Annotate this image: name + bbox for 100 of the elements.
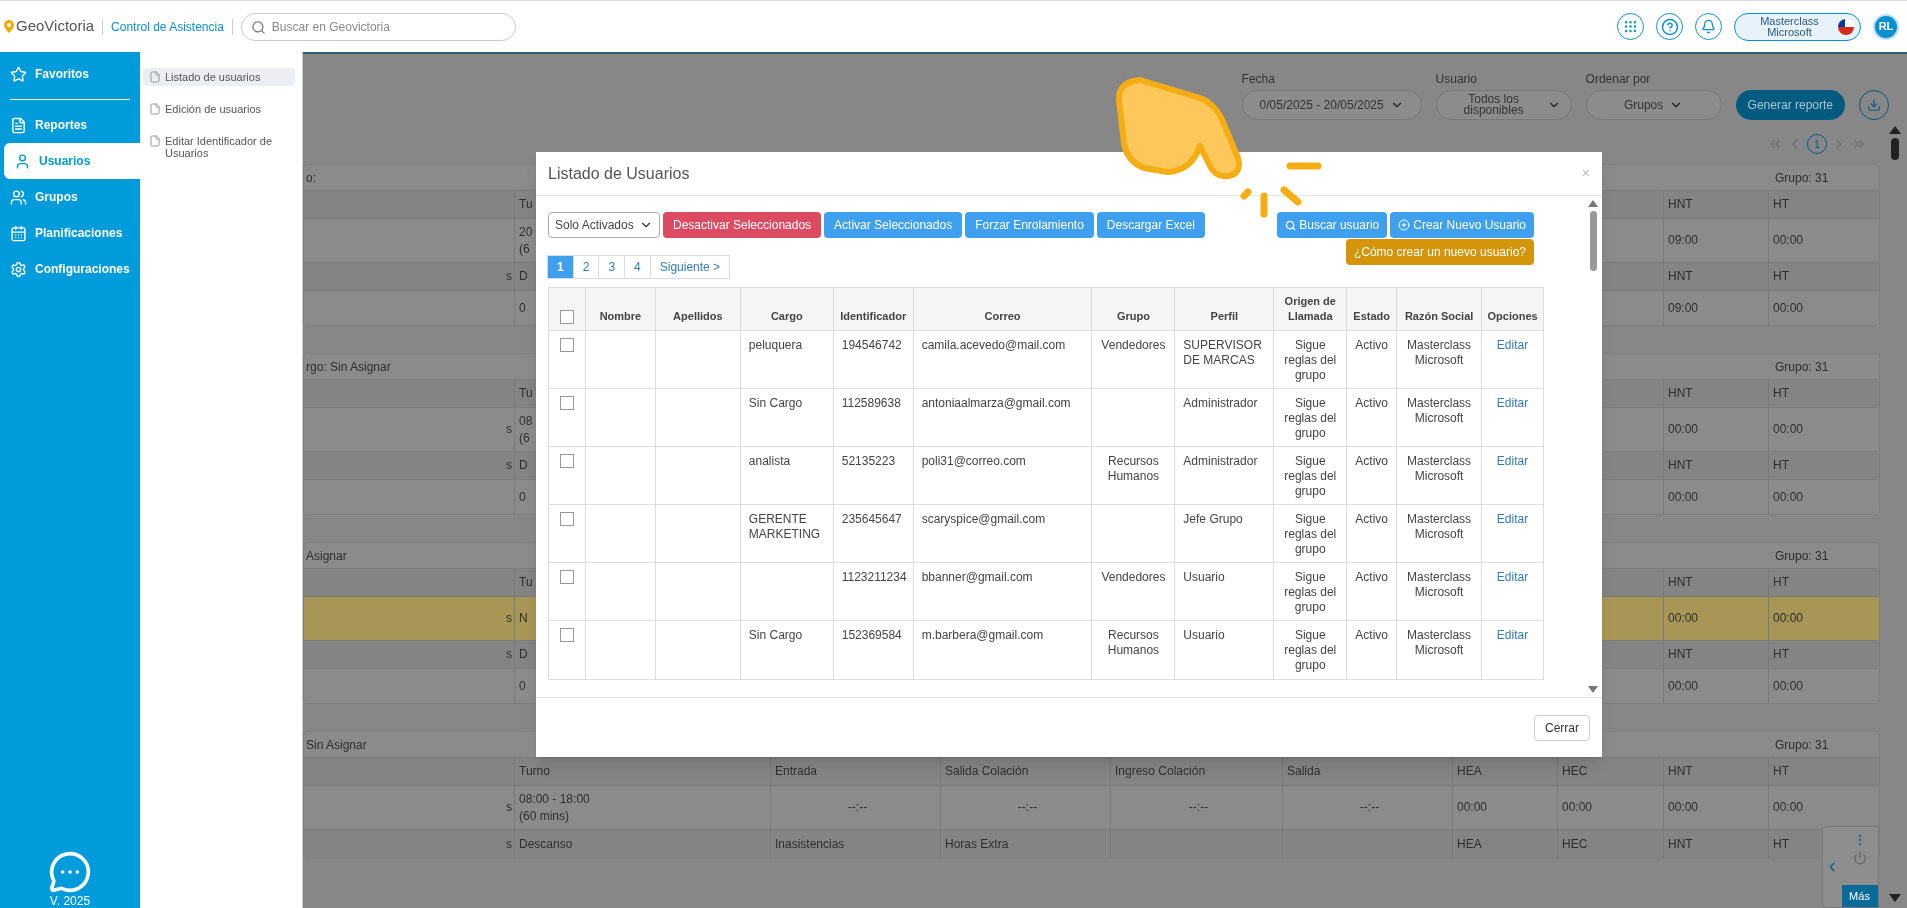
column-header: s: [506, 268, 512, 285]
scroll-up-icon[interactable]: [1588, 200, 1598, 207]
table-cell: Sigue reglas del grupo: [1284, 512, 1337, 556]
column-header: HNT: [1668, 763, 1693, 780]
page-button[interactable]: 3: [598, 255, 626, 279]
page-button[interactable]: 4: [624, 255, 651, 279]
apps-button[interactable]: [1617, 13, 1644, 40]
table-cell: Usuario: [1183, 628, 1225, 642]
more-button[interactable]: Más: [1841, 885, 1878, 907]
nav-item[interactable]: Grupos: [0, 179, 140, 215]
table-cell: 194546742: [841, 338, 902, 352]
nav-item[interactable]: Configuraciones: [0, 251, 140, 287]
table-cell: Masterclass Microsoft: [1407, 628, 1472, 657]
table-cell: Masterclass Microsoft: [1407, 396, 1472, 425]
filter-select[interactable]: Todos los disponibles: [1435, 90, 1572, 120]
user-avatar[interactable]: RL: [1873, 13, 1899, 40]
page-button[interactable]: 2: [572, 255, 600, 279]
generate-report-button[interactable]: Generar reporte: [1735, 90, 1845, 120]
version-label: V. 2025: [49, 894, 91, 908]
table-cell: --:--: [847, 799, 868, 816]
table-cell: Vendedores: [1101, 570, 1166, 584]
group-label: Grupo: 31: [1774, 547, 1829, 565]
column-header: Salida Colación: [945, 763, 1029, 780]
table-cell: Activo: [1355, 512, 1388, 526]
search-user-button[interactable]: Buscar usuario: [1277, 212, 1388, 238]
scrollbar-thumb[interactable]: [1891, 138, 1899, 160]
column-header: Descanso: [519, 835, 573, 853]
nav-item[interactable]: Planificaciones: [0, 215, 140, 251]
page-button[interactable]: 1: [547, 255, 574, 279]
action-button[interactable]: Descargar Excel: [1096, 212, 1205, 238]
table-cell: camila.acevedo@mail.com: [921, 338, 1066, 352]
edit-link[interactable]: Editar: [1496, 512, 1529, 526]
submenu-item[interactable]: Editar Identificador de Usuarios: [143, 132, 295, 162]
table-cell: Activo: [1355, 454, 1388, 468]
column-header: Perfil: [1210, 309, 1239, 324]
table-cell: 00:00: [1773, 677, 1804, 695]
row-checkbox[interactable]: [559, 628, 574, 642]
document-icon: [149, 103, 161, 115]
scroll-down-icon[interactable]: [1588, 686, 1598, 693]
column-header: Grupo: [1116, 309, 1150, 324]
row-checkbox[interactable]: [559, 454, 574, 468]
company-selector[interactable]: Masterclass Microsoft: [1734, 12, 1861, 41]
create-user-button[interactable]: Crear Nuevo Usuario: [1390, 212, 1534, 238]
document-icon: [10, 116, 27, 134]
column-header: Entrada: [775, 763, 818, 780]
filter-select[interactable]: 0/05/2025 - 20/05/2025: [1241, 90, 1422, 120]
column-header: Salida: [1287, 763, 1321, 780]
edit-link[interactable]: Editar: [1496, 628, 1529, 642]
table-cell: s: [506, 610, 512, 627]
scroll-up-icon[interactable]: [1889, 126, 1901, 134]
document-icon: [149, 71, 161, 83]
column-header: Razón Social: [1404, 309, 1474, 324]
chat-icon[interactable]: [48, 850, 92, 894]
column-header: HNT: [1668, 835, 1693, 853]
column-header: Opciones: [1487, 309, 1538, 324]
dialog-title: Listado de Usuarios: [548, 163, 690, 184]
column-header: Correo: [984, 309, 1021, 324]
power-icon[interactable]: [1852, 851, 1867, 865]
nav-item[interactable]: Favoritos: [0, 56, 140, 92]
column-header: s: [506, 835, 512, 853]
table-cell: 00:00: [1668, 610, 1699, 627]
edit-link[interactable]: Editar: [1496, 570, 1529, 584]
nav-item[interactable]: Reportes: [0, 107, 140, 143]
page-button[interactable]: Siguiente >: [649, 255, 731, 279]
column-header: Origen de Llamada: [1283, 294, 1337, 324]
help-link-button[interactable]: ¿Cómo crear un nuevo usuario?: [1345, 239, 1534, 265]
row-checkbox[interactable]: [559, 570, 574, 584]
close-dialog-button[interactable]: Cerrar: [1534, 714, 1590, 741]
filter-select[interactable]: Grupos: [1585, 90, 1722, 120]
table-cell: Sigue reglas del grupo: [1284, 628, 1337, 672]
table-cell: Masterclass Microsoft: [1407, 512, 1472, 541]
edit-link[interactable]: Editar: [1496, 396, 1529, 410]
column-header: HT: [1773, 268, 1789, 285]
action-button[interactable]: Activar Seleccionados: [824, 212, 963, 238]
submenu-item[interactable]: Edición de usuarios: [143, 100, 295, 118]
row-checkbox[interactable]: [559, 338, 574, 352]
row-checkbox[interactable]: [559, 396, 574, 410]
scrollbar-thumb[interactable]: [1589, 211, 1597, 271]
product-name: Control de Asistencia: [111, 18, 224, 36]
search-field[interactable]: Buscar en Geovictoria: [240, 12, 516, 41]
column-header: Tu: [519, 574, 533, 591]
column-header: HT: [1773, 385, 1789, 402]
column-header: HNT: [1668, 574, 1693, 591]
document-icon: [149, 135, 161, 147]
table-cell: --:--: [1017, 799, 1038, 816]
table-cell: 00:00: [1773, 488, 1804, 506]
action-button[interactable]: Forzar Enrolamiento: [965, 212, 1094, 238]
action-button[interactable]: Desactivar Seleccionados: [663, 212, 822, 238]
status-dropdown[interactable]: Solo Activados: [548, 212, 660, 238]
row-checkbox[interactable]: [559, 512, 574, 526]
edit-link[interactable]: Editar: [1496, 338, 1529, 352]
table-cell: Masterclass Microsoft: [1407, 570, 1472, 599]
scroll-down-icon[interactable]: [1889, 894, 1901, 902]
table-cell: Activo: [1355, 338, 1388, 352]
select-all-checkbox[interactable]: [560, 310, 574, 324]
submenu-item[interactable]: Listado de usuarios: [143, 68, 295, 86]
table-cell: --:--: [1359, 799, 1380, 816]
edit-link[interactable]: Editar: [1496, 454, 1529, 468]
column-header: HNT: [1668, 457, 1693, 474]
table-cell: 00:00: [1773, 799, 1804, 816]
